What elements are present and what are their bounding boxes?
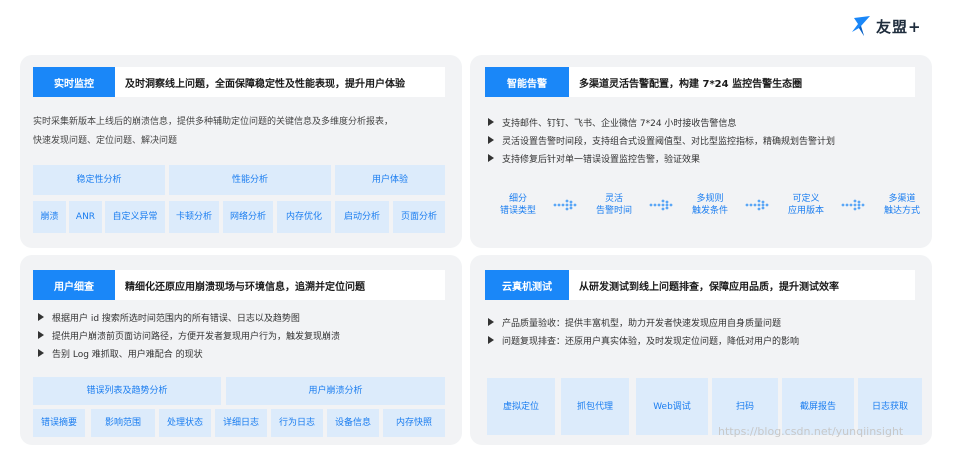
user-bullet-list: 根据用户 id 搜索所选时间范围内的所有错误、日志以及趋势图 提供用户崩溃前页面… [38,308,340,362]
bullet-arrow-icon [488,118,494,126]
cloud-bullet: 产品质量验收：提供丰富机型，助力开发者快速发现应用自身质量问题 [488,313,799,331]
item-detail-log: 详细日志 [215,409,267,437]
bullet-arrow-icon [488,154,494,162]
alert-header: 智能告警 多渠道灵活告警配置，构建 7*24 监控告警生态圈 [485,67,915,97]
flow-step-app-version: 可定义 应用版本 [787,194,824,216]
item-packet-proxy: 抓包代理 [561,378,629,435]
bullet-arrow-icon [488,136,494,144]
flow-step-channels: 多渠道 触达方式 [883,194,920,216]
flow-step-error-type: 细分 错误类型 [499,194,536,216]
item-impact-scope: 影响范围 [91,409,155,437]
user-bullet: 告别 Log 难抓取、用户难配合 的现状 [38,344,340,362]
item-lag-analysis: 卡顿分析 [169,201,219,233]
realtime-header: 实时监控 及时洞察线上问题，全面保障稳定性及性能表现，提升用户体验 [33,67,445,97]
item-error-summary: 错误摘要 [33,409,85,437]
item-memory-optimization: 内存优化 [277,201,331,233]
user-bullet: 根据用户 id 搜索所选时间范围内的所有错误、日志以及趋势图 [38,308,340,326]
item-crash: 崩溃 [33,201,66,233]
brand-logo: 友盟+ [850,14,922,38]
bullet-arrow-icon [38,349,44,357]
item-process-status: 处理状态 [159,409,211,437]
cloud-bullet-list: 产品质量验收：提供丰富机型，助力开发者快速发现应用自身质量问题 问题复现排查：还… [488,313,799,349]
bullet-arrow-icon [488,336,494,344]
bullet-arrow-icon [488,318,494,326]
group-stability-analysis: 稳定性分析 [33,165,165,195]
realtime-title: 及时洞察线上问题，全面保障稳定性及性能表现，提升用户体验 [125,78,405,90]
cloud-bullet: 问题复现排查：还原用户真实体验，及时发现定位问题，降低对用户的影响 [488,331,799,349]
item-anr: ANR [69,201,102,233]
alert-bullet: 支持邮件、钉钉、飞书、企业微信 7*24 小时接收告警信息 [488,113,835,131]
cloud-tag: 云真机测试 [485,270,569,300]
cloud-title: 从研发测试到线上问题排查，保障应用品质，提升测试效率 [579,281,839,293]
user-bullet: 提供用户崩溃前页面访问路径，方便开发者复现用户行为，触发复现崩溃 [38,326,340,344]
alert-flow: 细分 错误类型 灵活 告警时间 多规则 触发条件 可定义 应用版本 多渠道 触达方式 [485,193,935,217]
alert-bullet: 灵活设置告警时间段，支持组合式设置阈值型、对比型监控指标，精确规划告警计划 [488,131,835,149]
alert-tag: 智能告警 [485,67,569,97]
item-behavior-log: 行为日志 [271,409,323,437]
realtime-desc-line2: 快速发现问题、定位问题、解决问题 [33,136,178,146]
group-user-experience: 用户体验 [335,165,445,195]
brand-name: 友盟+ [876,17,922,36]
realtime-description: 实时采集新版本上线后的崩溃信息，提供多种辅助定位问题的关键信息及多维度分析报表，… [33,113,453,151]
cloud-header: 云真机测试 从研发测试到线上问题排查，保障应用品质，提升测试效率 [485,270,915,300]
user-title: 精细化还原应用崩溃现场与环境信息，追溯并定位问题 [125,281,365,293]
bullet-arrow-icon [38,331,44,339]
group-performance-analysis: 性能分析 [169,165,331,195]
watermark-text: https://blog.csdn.net/yunqiinsight [718,425,904,438]
dotted-arrow-icon [647,198,677,212]
dotted-arrow-icon [839,198,869,212]
user-tag: 用户细查 [33,270,115,300]
item-memory-snapshot: 内存快照 [383,409,445,437]
realtime-desc-line1: 实时采集新版本上线后的崩溃信息，提供多种辅助定位问题的关键信息及多维度分析报表， [33,117,394,127]
dotted-arrow-icon [743,198,773,212]
item-page-analysis: 页面分析 [393,201,445,233]
item-web-debug: Web调试 [636,378,708,435]
alert-bullet-list: 支持邮件、钉钉、飞书、企业微信 7*24 小时接收告警信息 灵活设置告警时间段，… [488,113,835,167]
swallow-logo-icon [852,16,870,36]
bullet-arrow-icon [38,313,44,321]
group-error-list-trend: 错误列表及趋势分析 [33,377,221,405]
item-custom-exception: 自定义异常 [105,201,165,233]
item-network-analysis: 网络分析 [223,201,273,233]
dotted-arrow-icon [551,198,581,212]
item-virtual-location: 虚拟定位 [487,378,555,435]
flow-step-trigger-rules: 多规则 触发条件 [691,194,728,216]
item-device-info: 设备信息 [327,409,379,437]
alert-title: 多渠道灵活告警配置，构建 7*24 监控告警生态圈 [579,78,803,90]
alert-bullet: 支持修复后针对单一错误设置监控告警，验证效果 [488,149,835,167]
item-launch-analysis: 启动分析 [335,201,389,233]
user-header: 用户细查 精细化还原应用崩溃现场与环境信息，追溯并定位问题 [33,270,445,300]
realtime-tag: 实时监控 [33,67,115,97]
flow-step-alert-time: 灵活 告警时间 [595,194,632,216]
group-user-crash-analysis: 用户崩溃分析 [226,377,445,405]
